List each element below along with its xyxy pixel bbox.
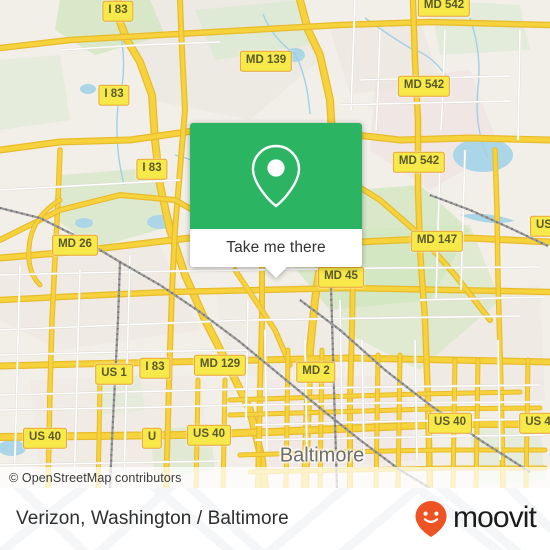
road-shield-label: US 40 (23, 427, 67, 449)
callout-action-area[interactable]: Take me there (190, 229, 362, 278)
road-shield-label: MD 147 (410, 230, 464, 252)
road-shield-label: MD 542 (397, 75, 451, 97)
moovit-map-screenshot: .land{fill:#f2efe9;} .resid{fill:#eae6de… (0, 0, 550, 550)
place-title: Verizon, Washington / Baltimore (16, 508, 289, 529)
map-pin-icon (251, 144, 301, 208)
road-shield-label: U (141, 427, 163, 449)
road-shield-label: MD 45 (318, 266, 364, 288)
map-attribution: © OpenStreetMap contributors (0, 467, 550, 488)
callout-tail-icon (265, 267, 287, 278)
road-shield-label: MD 129 (193, 354, 247, 376)
road-shield-label: MD 2 (296, 361, 336, 383)
road-shield-label: I 83 (139, 357, 171, 379)
moovit-smiley-pin-icon (415, 501, 447, 537)
callout-icon-area (190, 123, 362, 229)
road-shield-label: I 83 (136, 158, 168, 180)
road-shield-label: US (530, 215, 550, 237)
moovit-wordmark: moovit (453, 501, 537, 534)
take-me-there-callout[interactable]: Take me there (190, 123, 362, 278)
map-viewport[interactable]: .land{fill:#f2efe9;} .resid{fill:#eae6de… (0, 0, 550, 488)
road-shield-label: US 40 (428, 412, 472, 434)
road-shield-label: US 1 (95, 363, 133, 385)
city-label: Baltimore (279, 444, 365, 467)
attribution-text: © OpenStreetMap contributors (9, 470, 182, 485)
road-shield-label: MD 542 (417, 0, 471, 17)
road-shield-label: MD 26 (52, 234, 98, 256)
moovit-brand[interactable]: moovit (414, 500, 537, 538)
footer-bar: Verizon, Washington / Baltimore moovit (0, 488, 550, 550)
road-shield-label: US 4 (519, 412, 550, 434)
road-shield-label: MD 542 (392, 151, 446, 173)
take-me-there-label: Take me there (226, 239, 326, 256)
road-shield-label: US 40 (187, 424, 231, 446)
road-shield-label: I 83 (102, 0, 134, 22)
road-shield-label: MD 139 (239, 50, 293, 72)
road-shield-label: I 83 (98, 84, 130, 106)
